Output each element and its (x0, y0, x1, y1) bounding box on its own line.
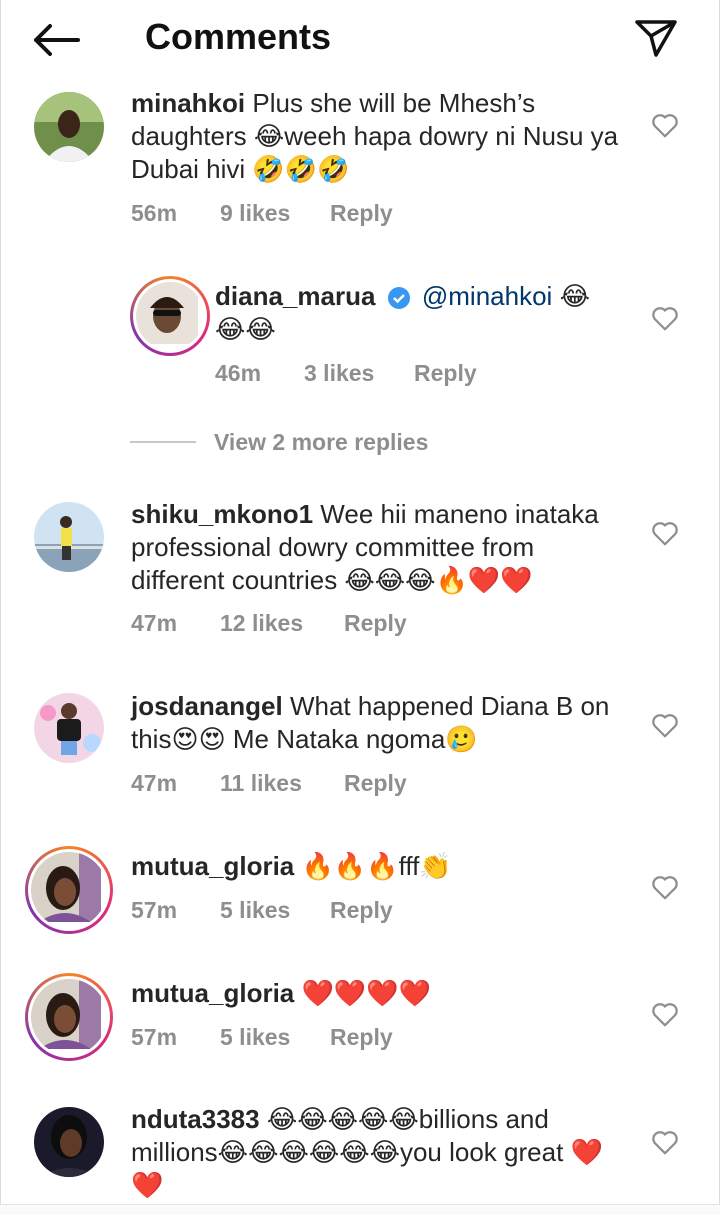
comment-time: 56m (131, 200, 178, 226)
comment-likes[interactable]: 5 likes (220, 1024, 330, 1051)
comment-body: 🔥🔥🔥fff👏 (301, 851, 452, 881)
reply-button[interactable]: Reply (330, 200, 393, 227)
comment-time: 46m (215, 360, 262, 386)
comment-text: josdanangel What happened Diana B on thi… (131, 690, 631, 756)
comment-meta: 47m 11 likes Reply (131, 770, 407, 797)
send-icon (635, 20, 677, 57)
comment-item: josdanangel What happened Diana B on thi… (0, 690, 720, 812)
comment-meta: 56m 9 likes Reply (131, 200, 393, 227)
avatar[interactable] (25, 846, 113, 934)
heart-icon[interactable] (650, 110, 680, 140)
view-more-replies-label: View 2 more replies (214, 428, 429, 455)
comment-time: 57m (131, 897, 178, 923)
comment-username[interactable]: shiku_mkono1 (131, 499, 313, 529)
comment-item: mutua_gloria ❤️❤️❤️❤️ 57m 5 likes Reply (0, 972, 720, 1072)
comment-username[interactable]: nduta3383 (131, 1104, 260, 1134)
heart-icon[interactable] (650, 999, 680, 1029)
comment-item: shiku_mkono1 Wee hii maneno inataka prof… (0, 498, 720, 650)
comment-meta: 47m 12 likes Reply (131, 610, 407, 637)
avatar[interactable] (34, 1107, 104, 1177)
reply-button[interactable]: Reply (414, 360, 477, 387)
comment-text: mutua_gloria ❤️❤️❤️❤️ (131, 977, 631, 1010)
comment-text: minahkoi Plus she will be Mhesh’s daught… (131, 87, 631, 186)
back-button[interactable] (28, 18, 84, 62)
comment-username[interactable]: mutua_gloria (131, 978, 294, 1008)
comment-text: shiku_mkono1 Wee hii maneno inataka prof… (131, 498, 631, 597)
reply-item: diana_marua @minahkoi 😂😂😂 46m 3 likes Re… (0, 275, 720, 395)
comment-username[interactable]: mutua_gloria (131, 851, 294, 881)
send-button[interactable] (630, 14, 682, 62)
comment-body: ❤️❤️❤️❤️ (301, 978, 431, 1008)
header-bar: Comments (0, 0, 720, 80)
comment-text: mutua_gloria 🔥🔥🔥fff👏 (131, 850, 631, 883)
comment-likes[interactable]: 12 likes (220, 610, 344, 637)
heart-icon[interactable] (650, 872, 680, 902)
heart-icon[interactable] (650, 710, 680, 740)
avatar[interactable] (34, 502, 104, 572)
comment-meta: 46m 3 likes Reply (215, 360, 477, 387)
comment-username[interactable]: josdanangel (131, 691, 283, 721)
heart-icon[interactable] (650, 518, 680, 548)
comment-likes[interactable]: 9 likes (220, 200, 330, 227)
comment-mention[interactable]: @minahkoi (422, 281, 552, 311)
comment-time: 57m (131, 1024, 178, 1050)
comment-meta: 57m 5 likes Reply (131, 897, 393, 924)
view-more-replies-button[interactable]: View 2 more replies (130, 425, 550, 459)
heart-icon[interactable] (650, 1127, 680, 1157)
avatar[interactable] (130, 276, 210, 356)
avatar[interactable] (25, 973, 113, 1061)
comment-meta: 57m 5 likes Reply (131, 1024, 393, 1051)
comment-username[interactable]: minahkoi (131, 88, 245, 118)
reply-button[interactable]: Reply (344, 610, 407, 637)
reply-button[interactable]: Reply (330, 897, 393, 924)
comment-username[interactable]: diana_marua (215, 281, 375, 311)
bottom-divider (0, 1204, 720, 1215)
divider (130, 441, 196, 443)
comment-item: nduta3383 😂😂😂😂😂billions and millions😂😂😂😂… (0, 1103, 720, 1204)
reply-button[interactable]: Reply (344, 770, 407, 797)
page-title: Comments (145, 16, 332, 57)
verified-badge-icon (387, 287, 410, 310)
comment-text: diana_marua @minahkoi 😂😂😂 (215, 280, 615, 346)
comment-likes[interactable]: 5 likes (220, 897, 330, 924)
comment-text: nduta3383 😂😂😂😂😂billions and millions😂😂😂😂… (131, 1103, 631, 1202)
reply-button[interactable]: Reply (330, 1024, 393, 1051)
avatar[interactable] (34, 693, 104, 763)
comment-time: 47m (131, 770, 178, 796)
arrow-left-icon (34, 24, 80, 56)
comment-item: mutua_gloria 🔥🔥🔥fff👏 57m 5 likes Reply (0, 845, 720, 945)
avatar[interactable] (34, 92, 104, 162)
comment-likes[interactable]: 3 likes (304, 360, 414, 387)
heart-icon[interactable] (650, 303, 680, 333)
comment-likes[interactable]: 11 likes (220, 770, 344, 797)
comment-time: 47m (131, 610, 178, 636)
comment-item: minahkoi Plus she will be Mhesh’s daught… (0, 87, 720, 240)
